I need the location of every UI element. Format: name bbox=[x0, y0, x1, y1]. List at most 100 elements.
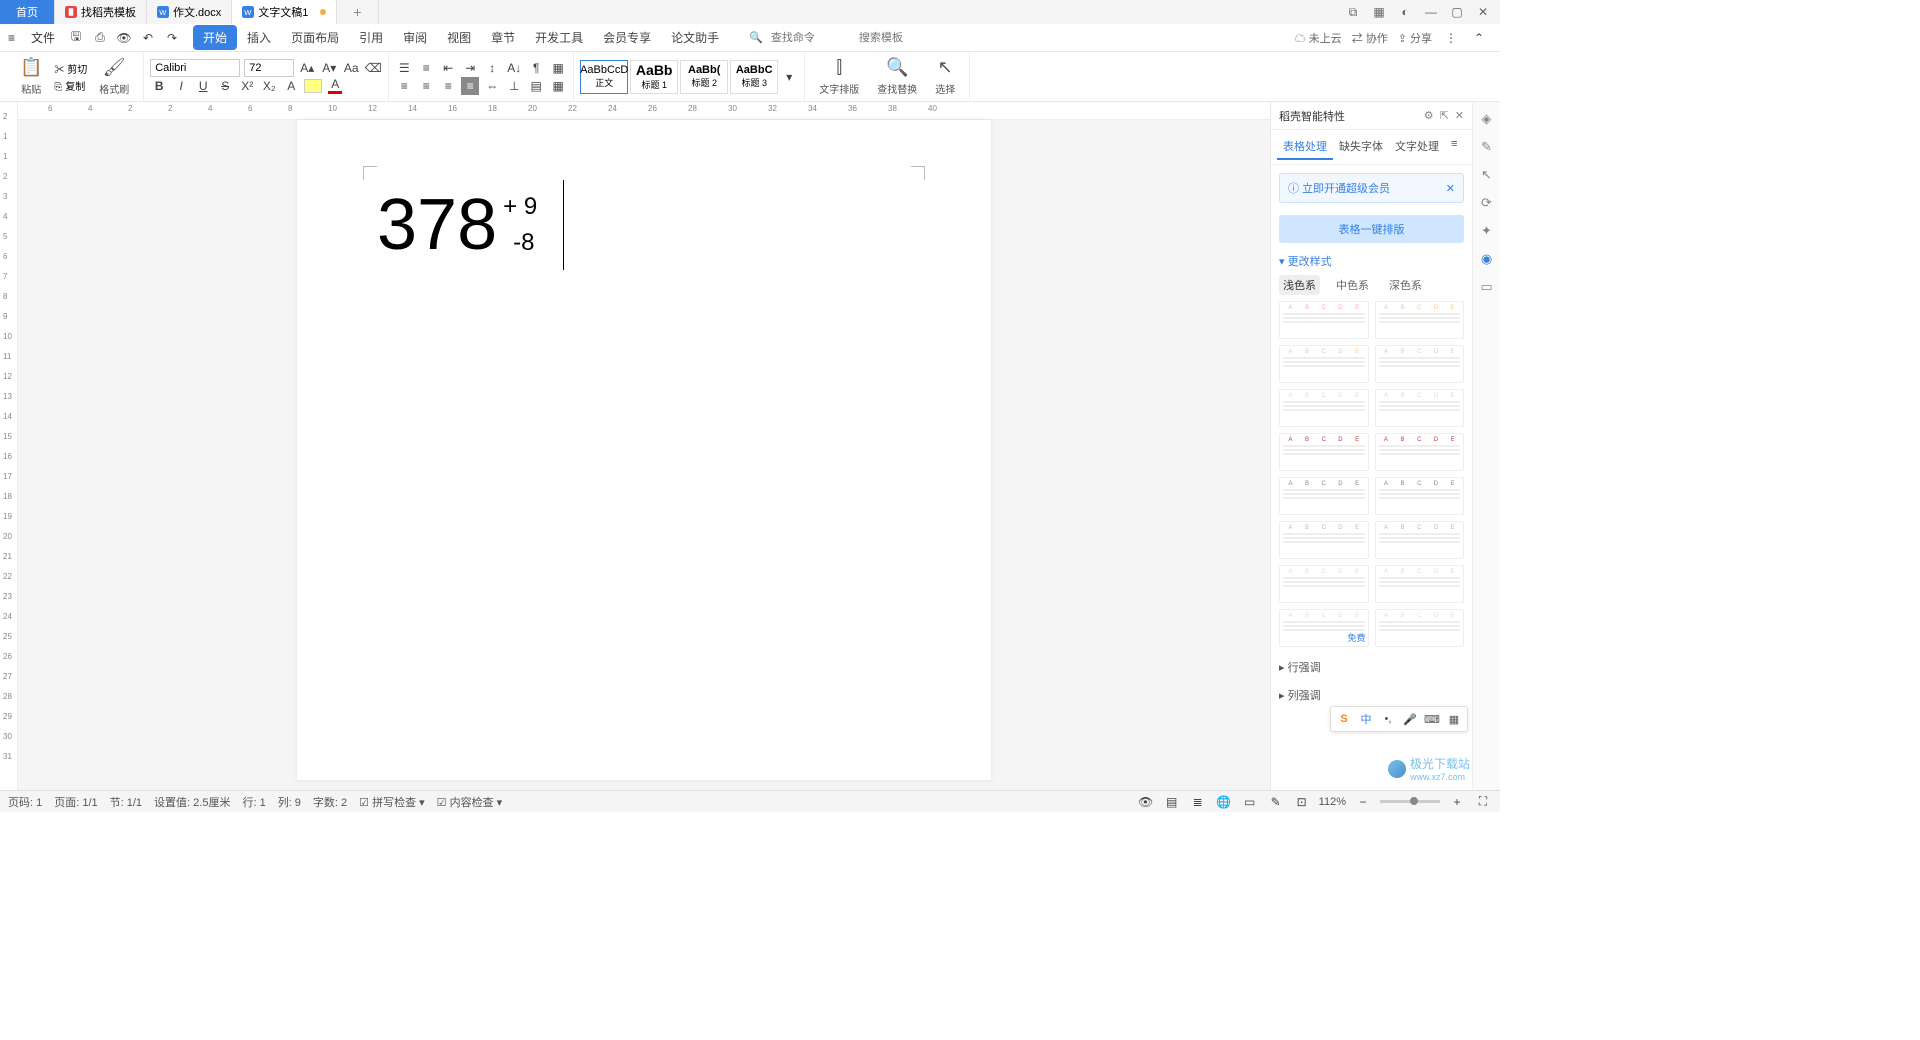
subscript-button[interactable]: X₂ bbox=[260, 77, 278, 95]
tab-doc-active[interactable]: W 文字文稿1 bbox=[232, 0, 337, 24]
clear-format-icon[interactable]: ⌫ bbox=[364, 59, 382, 77]
align-right-icon[interactable]: ≡ bbox=[439, 77, 457, 95]
cursor-icon[interactable]: ↖ bbox=[1478, 166, 1496, 184]
zoom-out-icon[interactable]: − bbox=[1354, 793, 1372, 811]
menu-tab-review[interactable]: 审阅 bbox=[393, 25, 437, 50]
status-page[interactable]: 页码: 1 bbox=[8, 794, 42, 810]
view-page-icon[interactable]: ▤ bbox=[1163, 793, 1181, 811]
shrink-font-icon[interactable]: A▾ bbox=[320, 59, 338, 77]
menu-hamburger[interactable]: ≡ bbox=[0, 31, 23, 45]
target-icon[interactable]: ◉ bbox=[1478, 250, 1496, 268]
collab-button[interactable]: ⇄ 协作 bbox=[1352, 30, 1388, 46]
cloud-status[interactable]: ☁ 未上云 bbox=[1295, 30, 1342, 46]
rp-col-emphasis[interactable]: ▸ 列强调 bbox=[1271, 681, 1472, 709]
rp-tab-text[interactable]: 文字处理 bbox=[1389, 134, 1445, 160]
zoom-value[interactable]: 112% bbox=[1319, 796, 1346, 808]
ime-lang-button[interactable]: 中 bbox=[1357, 710, 1375, 728]
refresh-icon[interactable]: ⟳ bbox=[1478, 194, 1496, 212]
menu-tab-thesis[interactable]: 论文助手 bbox=[661, 25, 729, 50]
change-case-icon[interactable]: Aa bbox=[342, 59, 360, 77]
status-col[interactable]: 列: 9 bbox=[278, 794, 301, 810]
superscript-button[interactable]: X² bbox=[238, 77, 256, 95]
styles-more-icon[interactable]: ▾ bbox=[780, 68, 798, 86]
font-color-button[interactable]: A bbox=[326, 77, 344, 95]
close-icon[interactable]: ✕ bbox=[1446, 182, 1455, 195]
rp-row-emphasis[interactable]: ▸ 行强调 bbox=[1271, 653, 1472, 681]
style-h1[interactable]: AaBb标题 1 bbox=[630, 60, 678, 94]
collapse-ribbon-icon[interactable]: ⌃ bbox=[1470, 29, 1488, 47]
table-style-thumb[interactable]: ABCDE bbox=[1279, 521, 1369, 559]
rp-tab-fonts[interactable]: 缺失字体 bbox=[1333, 134, 1389, 160]
style-h2[interactable]: AaBb(标题 2 bbox=[680, 60, 728, 94]
fullscreen-icon[interactable]: ⛶ bbox=[1474, 793, 1492, 811]
rp-colortab-mid[interactable]: 中色系 bbox=[1332, 275, 1373, 295]
close-icon[interactable]: ✕ bbox=[1455, 109, 1464, 122]
menu-tab-insert[interactable]: 插入 bbox=[237, 25, 281, 50]
rp-colortab-dark[interactable]: 深色系 bbox=[1385, 275, 1426, 295]
bullets-icon[interactable]: ☰ bbox=[395, 59, 413, 77]
tab-template-store[interactable]: 找稻壳模板 bbox=[55, 0, 147, 24]
zoom-knob[interactable] bbox=[1410, 797, 1418, 805]
redo-icon[interactable]: ↷ bbox=[163, 29, 181, 47]
zoom-in-icon[interactable]: + bbox=[1448, 793, 1466, 811]
bold-button[interactable]: B bbox=[150, 77, 168, 95]
fit-icon[interactable]: ⊡ bbox=[1293, 793, 1311, 811]
zoom-slider[interactable] bbox=[1380, 800, 1440, 803]
view-outline-icon[interactable]: ≣ bbox=[1189, 793, 1207, 811]
tab-add[interactable]: + bbox=[337, 0, 378, 24]
status-page-of[interactable]: 页面: 1/1 bbox=[54, 794, 97, 810]
undo-icon[interactable]: ↶ bbox=[139, 29, 157, 47]
font-name-select[interactable] bbox=[150, 59, 240, 77]
tab-home[interactable]: 首页 bbox=[0, 0, 55, 24]
ime-toolbar[interactable]: S 中 •, 🎤 ⌨ ▦ bbox=[1330, 706, 1468, 732]
view-read-icon[interactable]: ▭ bbox=[1241, 793, 1259, 811]
select-button[interactable]: ↖选择 bbox=[927, 57, 963, 96]
table-style-thumb[interactable]: ABCDE bbox=[1279, 477, 1369, 515]
table-style-thumb[interactable]: ABCDE bbox=[1375, 345, 1465, 383]
maximize-icon[interactable]: ▢ bbox=[1448, 3, 1466, 21]
status-spellcheck[interactable]: ☑ 拼写检查 ▾ bbox=[359, 794, 425, 810]
table-style-thumb[interactable]: ABCDE bbox=[1279, 301, 1369, 339]
paste-button[interactable]: 📋粘贴 bbox=[12, 57, 50, 96]
sparkle-icon[interactable]: ✦ bbox=[1478, 222, 1496, 240]
share-button[interactable]: ⇪ 分享 bbox=[1398, 30, 1432, 46]
table-icon[interactable]: ▦ bbox=[549, 77, 567, 95]
table-style-thumb[interactable]: ABCDE bbox=[1375, 521, 1465, 559]
menu-tab-layout[interactable]: 页面布局 bbox=[281, 25, 349, 50]
table-style-thumb[interactable]: ABCDE bbox=[1375, 477, 1465, 515]
pin-icon[interactable]: ⇱ bbox=[1440, 109, 1449, 122]
format-painter-button[interactable]: 🖌格式刷 bbox=[91, 57, 137, 96]
align-justify-icon[interactable]: ≡ bbox=[461, 77, 479, 95]
italic-button[interactable]: I bbox=[172, 77, 190, 95]
menu-tab-view[interactable]: 视图 bbox=[437, 25, 481, 50]
copy-button[interactable]: ⎘ 复制 bbox=[54, 78, 87, 93]
table-style-thumb[interactable]: ABCDE免费 bbox=[1279, 609, 1369, 647]
style-normal[interactable]: AaBbCcD正文 bbox=[580, 60, 628, 94]
search-template-input[interactable] bbox=[859, 31, 939, 44]
underline-button[interactable]: U bbox=[194, 77, 212, 95]
table-style-thumb[interactable]: ABCDE bbox=[1279, 389, 1369, 427]
font-size-select[interactable] bbox=[244, 59, 294, 77]
apps-icon[interactable]: ▦ bbox=[1370, 3, 1388, 21]
table-style-thumb[interactable]: ABCDE bbox=[1375, 609, 1465, 647]
minimize-icon[interactable]: — bbox=[1422, 3, 1440, 21]
gear-icon[interactable]: ⚙ bbox=[1424, 109, 1434, 122]
strike-button[interactable]: S bbox=[216, 77, 234, 95]
preview-icon[interactable]: 👁 bbox=[115, 29, 133, 47]
ime-punct-icon[interactable]: •, bbox=[1379, 710, 1397, 728]
find-replace-button[interactable]: 🔍查找替换 bbox=[869, 57, 925, 96]
rp-section-header[interactable]: ▾ 更改样式 bbox=[1279, 253, 1464, 269]
tab-doc-1[interactable]: W 作文.docx bbox=[147, 0, 232, 24]
book-icon[interactable]: ▭ bbox=[1478, 278, 1496, 296]
table-style-thumb[interactable]: ABCDE bbox=[1375, 301, 1465, 339]
status-contentcheck[interactable]: ☑ 内容检查 ▾ bbox=[437, 794, 503, 810]
table-style-thumb[interactable]: ABCDE bbox=[1375, 389, 1465, 427]
align-left-icon[interactable]: ≡ bbox=[395, 77, 413, 95]
table-style-thumb[interactable]: ABCDE bbox=[1279, 433, 1369, 471]
indent-inc-icon[interactable]: ⇥ bbox=[461, 59, 479, 77]
menu-tab-start[interactable]: 开始 bbox=[193, 25, 237, 50]
menu-tab-reference[interactable]: 引用 bbox=[349, 25, 393, 50]
rp-membership-notice[interactable]: ⓘ 立即开通超级会员 ✕ bbox=[1279, 173, 1464, 203]
table-style-thumb[interactable]: ABCDE bbox=[1279, 565, 1369, 603]
status-words[interactable]: 字数: 2 bbox=[313, 794, 347, 810]
